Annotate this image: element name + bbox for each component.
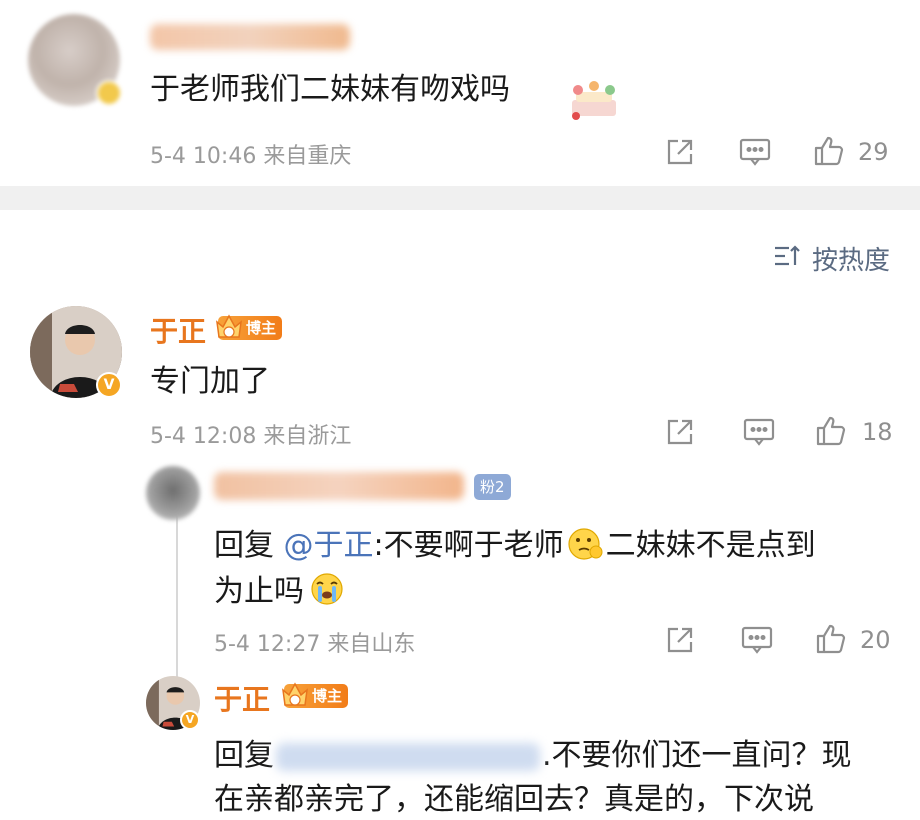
- reply-prefix: 回复: [214, 738, 274, 773]
- mention-link[interactable]: @于正: [284, 528, 374, 563]
- commenter-name-blurred[interactable]: [150, 24, 350, 50]
- reply-prefix: 回复: [214, 528, 284, 563]
- blogger-badge: 博主: [216, 314, 283, 340]
- share-icon[interactable]: [664, 136, 696, 168]
- blogger-badge: 博主: [282, 682, 349, 708]
- comment-meta: 5-4 10:46 来自重庆: [150, 144, 352, 169]
- share-icon[interactable]: [664, 416, 696, 448]
- reply-meta: 5-4 12:27 来自山东: [214, 632, 416, 657]
- author-name[interactable]: 于正: [150, 310, 206, 350]
- comment-text: 专门加了: [150, 364, 270, 399]
- verified-badge: V: [96, 372, 122, 398]
- reply-text: :不要啊于老师: [373, 528, 564, 563]
- sort-label[interactable]: 按热度: [812, 240, 890, 277]
- reply-text-end: 为止吗: [214, 574, 304, 609]
- thinking-emoji-icon: [568, 528, 603, 560]
- comment-meta: 5-4 12:08 来自浙江: [150, 424, 352, 449]
- verified-badge: V: [180, 710, 200, 730]
- fan-level-badge: 粉2: [474, 474, 511, 500]
- reply-text-line1: 回复 @于正:不要啊于老师 二妹妹不是点到: [214, 520, 816, 564]
- like-count: 18: [862, 418, 893, 446]
- sort-icon[interactable]: [772, 243, 802, 269]
- comment-icon[interactable]: [742, 416, 776, 448]
- share-icon[interactable]: [664, 624, 696, 656]
- reply-text-line1: 回复 .不要你们还一直问？现: [214, 730, 852, 774]
- replier-avatar[interactable]: [146, 466, 200, 520]
- replier-name-blurred[interactable]: [214, 472, 464, 500]
- comment-text: 于老师我们二妹妹有吻戏吗: [150, 72, 510, 107]
- comment-icon[interactable]: [740, 624, 774, 656]
- crying-emoji-icon: [311, 573, 343, 605]
- reply-text-line2: 在亲都亲完了，还能缩回去？真是的，下次说: [214, 782, 814, 817]
- like-icon[interactable]: [812, 134, 846, 168]
- crown-icon: [282, 682, 308, 706]
- reply-text: .不要你们还一直问？现: [542, 738, 852, 773]
- comment-icon[interactable]: [738, 136, 772, 168]
- cake-sticker-icon: [572, 81, 616, 120]
- like-icon[interactable]: [814, 414, 848, 448]
- blogger-badge-label: 博主: [312, 687, 343, 705]
- section-divider: [0, 186, 920, 210]
- reply-text-cont: 二妹妹不是点到: [605, 528, 816, 563]
- crown-icon: [216, 314, 242, 338]
- like-icon[interactable]: [814, 622, 848, 656]
- like-count: 20: [860, 626, 891, 654]
- reply-text-line2: 为止吗: [214, 566, 346, 610]
- blurred-mention[interactable]: [276, 742, 540, 771]
- blogger-badge-label: 博主: [246, 319, 277, 337]
- verified-badge: [96, 80, 122, 106]
- thread-line: [176, 500, 178, 700]
- author-name[interactable]: 于正: [214, 678, 270, 718]
- like-count: 29: [858, 138, 889, 166]
